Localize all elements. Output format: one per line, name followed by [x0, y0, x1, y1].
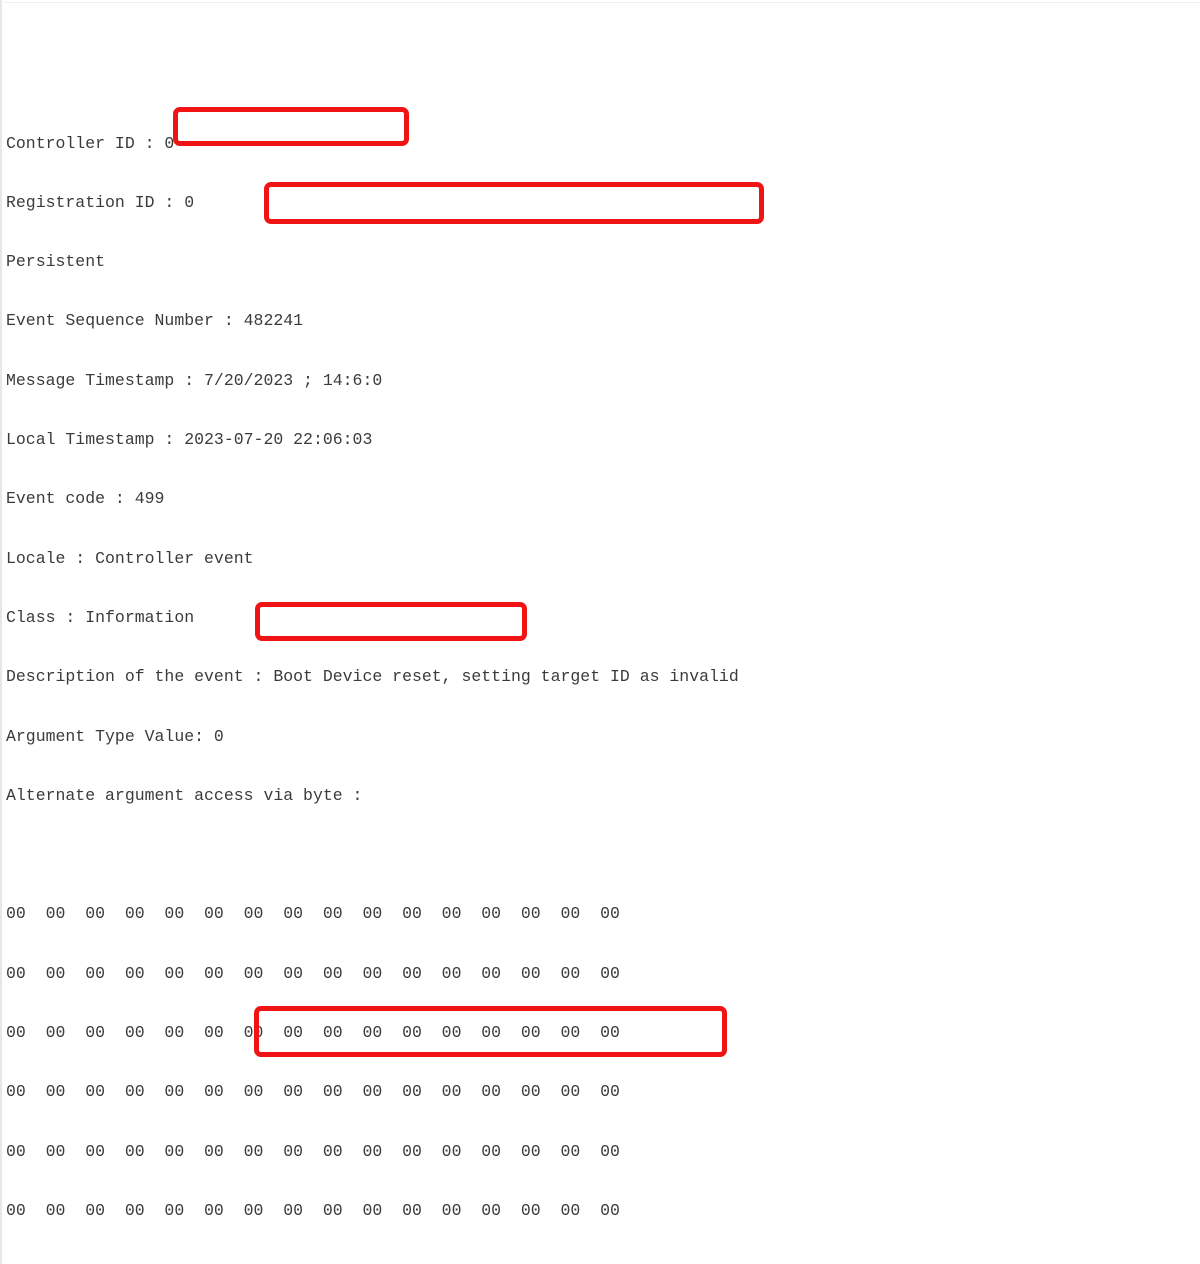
log-line-alternate-argument: Alternate argument access via byte : — [0, 786, 1200, 806]
log-line-persistent: Persistent — [0, 252, 1200, 272]
hex-dump-row: 00 00 00 00 00 00 00 00 00 00 00 00 00 0… — [0, 1023, 1200, 1043]
log-line-local-timestamp: Local Timestamp : 2023-07-20 22:06:03 — [0, 430, 1200, 450]
hex-dump-row: 00 00 00 00 00 00 00 00 00 00 00 00 00 0… — [0, 1142, 1200, 1162]
hex-dump-row: 00 00 00 00 00 00 00 00 00 00 00 00 00 0… — [0, 904, 1200, 924]
log-line-description: Description of the event : Boot Device r… — [0, 667, 1200, 687]
hex-dump-row: 00 00 00 00 00 00 00 00 00 00 00 00 00 0… — [0, 964, 1200, 984]
log-line-event-sequence-number: Event Sequence Number : 482241 — [0, 311, 1200, 331]
event-log-text: Controller ID : 0 Registration ID : 0 Pe… — [0, 15, 1200, 1264]
event-record-482241: Controller ID : 0 Registration ID : 0 Pe… — [0, 94, 1200, 1264]
blank-line — [0, 845, 1200, 865]
log-line-message-timestamp: Message Timestamp : 7/20/2023 ; 14:6:0 — [0, 371, 1200, 391]
blank-line — [0, 1260, 1200, 1264]
log-line-event-code: Event code : 499 — [0, 489, 1200, 509]
log-line-locale: Locale : Controller event — [0, 549, 1200, 569]
hex-dump-row: 00 00 00 00 00 00 00 00 00 00 00 00 00 0… — [0, 1201, 1200, 1221]
log-line-registration-id: Registration ID : 0 — [0, 193, 1200, 213]
log-line-class: Class : Information — [0, 608, 1200, 628]
window-left-edge — [0, 0, 2, 1264]
log-line-controller-id: Controller ID : 0 — [0, 134, 1200, 154]
log-line-argument-type: Argument Type Value: 0 — [0, 727, 1200, 747]
hex-dump-row: 00 00 00 00 00 00 00 00 00 00 00 00 00 0… — [0, 1082, 1200, 1102]
window-top-edge — [0, 2, 1200, 3]
